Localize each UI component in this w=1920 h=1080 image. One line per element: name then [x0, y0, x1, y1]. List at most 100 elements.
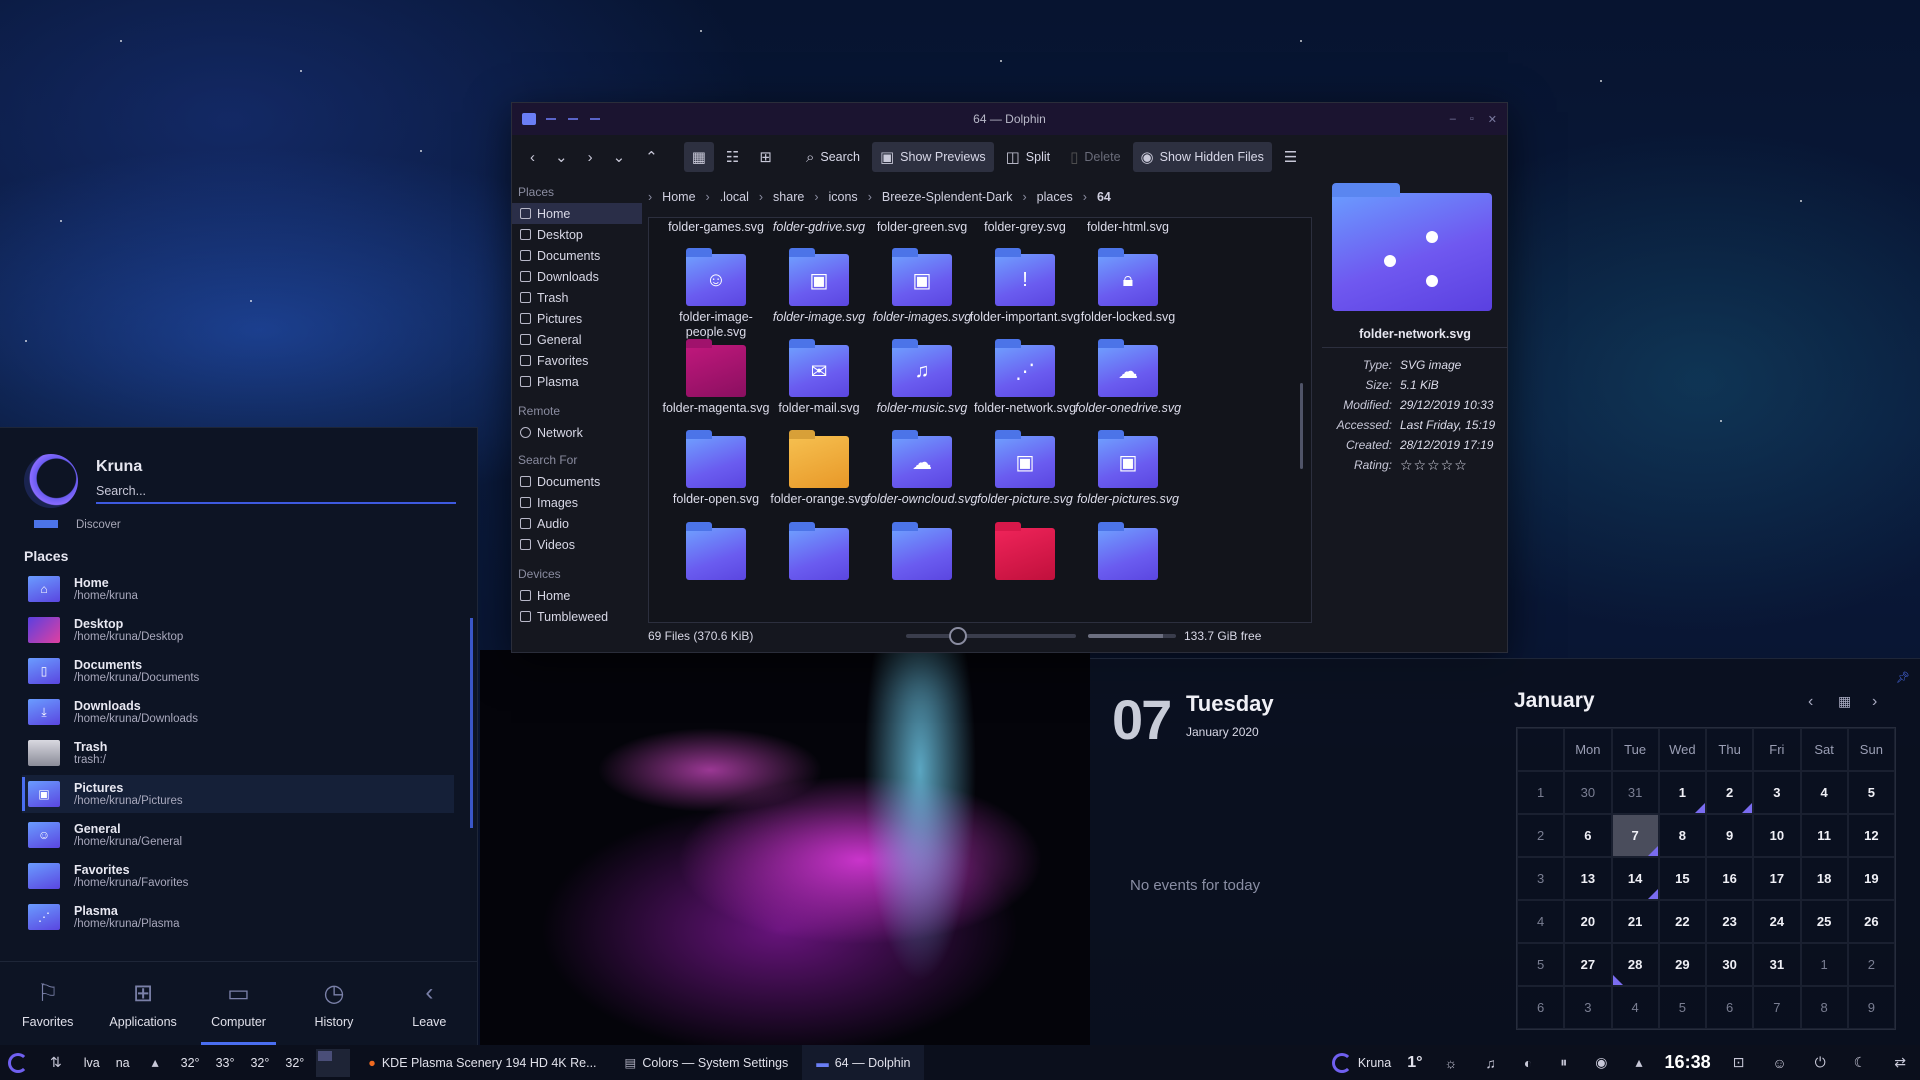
- split-button[interactable]: ◫ Split: [998, 142, 1059, 172]
- minimize-icon[interactable]: ‒: [1450, 113, 1456, 126]
- up-button[interactable]: ⌃: [637, 142, 666, 172]
- calendar-day[interactable]: 6: [1706, 986, 1754, 1029]
- close-icon[interactable]: ✕: [1488, 113, 1497, 126]
- notifications-button[interactable]: ♫: [1471, 1045, 1510, 1080]
- menu-button[interactable]: ☰: [1276, 142, 1305, 172]
- icons-view-button[interactable]: ▦: [683, 142, 714, 172]
- file-item[interactable]: [966, 522, 1084, 584]
- calendar-day[interactable]: 14: [1611, 857, 1659, 900]
- places-item-trash[interactable]: Trash: [512, 287, 642, 308]
- sleep-button[interactable]: ☾: [1840, 1045, 1881, 1080]
- show-hidden-files-button[interactable]: ◉ Show Hidden Files: [1132, 142, 1272, 172]
- calendar-day[interactable]: 9: [1847, 986, 1895, 1029]
- file-item[interactable]: ▣ folder-image.svg: [760, 248, 878, 325]
- calendar-day[interactable]: 5: [1847, 771, 1895, 814]
- file-item[interactable]: ▣ folder-picture.svg: [966, 430, 1084, 507]
- tab-applications[interactable]: ⊞ Applications: [95, 962, 190, 1045]
- file-item[interactable]: folder-gdrive.svg: [760, 220, 878, 235]
- dolphin-window[interactable]: 64 — Dolphin ‒ ▫ ✕ ‹ ⌄ › ⌄ ⌃ ▦ ☷ ⊞ ⌕ Sear…: [511, 102, 1508, 653]
- show-desktop-button[interactable]: ⇄: [1880, 1045, 1920, 1080]
- lock-button[interactable]: ⊡: [1719, 1045, 1759, 1080]
- file-item[interactable]: ☺ folder-image-people.svg: [657, 248, 775, 340]
- search-item-videos[interactable]: Videos: [512, 534, 642, 555]
- file-item[interactable]: folder-grey.svg: [966, 220, 1084, 235]
- places-item-documents[interactable]: Documents: [512, 245, 642, 266]
- calendar-day[interactable]: 9: [1706, 814, 1754, 857]
- breadcrumb-item[interactable]: Home: [662, 190, 695, 204]
- calendar-day[interactable]: 3: [1753, 771, 1801, 814]
- calendar-day[interactable]: 17: [1753, 857, 1801, 900]
- launcher-place-downloads[interactable]: ⤓ Downloads/home/kruna/Downloads: [22, 693, 454, 731]
- titlebar-menu-dash[interactable]: [568, 118, 578, 120]
- places-item-general[interactable]: General: [512, 329, 642, 350]
- breadcrumb-item[interactable]: icons: [829, 190, 858, 204]
- calendar-day[interactable]: 20: [1564, 900, 1612, 943]
- calendar-day[interactable]: 25: [1800, 900, 1848, 943]
- launcher-place-documents[interactable]: ▯ Documents/home/kruna/Documents: [22, 652, 454, 690]
- compact-view-button[interactable]: ☷: [718, 142, 747, 172]
- calendar-day[interactable]: 4: [1611, 986, 1659, 1029]
- user-switcher[interactable]: Kruna: [1324, 1045, 1399, 1080]
- calendar-day[interactable]: 7: [1611, 814, 1659, 857]
- calendar-day[interactable]: 26: [1847, 900, 1895, 943]
- places-item-plasma[interactable]: Plasma: [512, 371, 642, 392]
- file-item[interactable]: folder-green.svg: [863, 220, 981, 235]
- calendar-day[interactable]: 29: [1658, 943, 1706, 986]
- launcher-item-discover[interactable]: Discover: [76, 519, 121, 531]
- calendar-day[interactable]: 30: [1564, 771, 1612, 814]
- media-button[interactable]: ⏸︎: [1546, 1045, 1581, 1080]
- calendar-day[interactable]: 4: [1800, 771, 1848, 814]
- task-system-settings[interactable]: ▤ Colors — System Settings: [611, 1045, 803, 1080]
- breadcrumb-item[interactable]: places: [1037, 190, 1073, 204]
- places-item-desktop[interactable]: Desktop: [512, 224, 642, 245]
- search-item-audio[interactable]: Audio: [512, 513, 642, 534]
- calendar-day[interactable]: 23: [1706, 900, 1754, 943]
- device-item-tumbleweed[interactable]: Tumbleweed: [512, 606, 642, 627]
- launcher-place-plasma[interactable]: ⋰ Plasma/home/kruna/Plasma: [22, 898, 454, 936]
- back-button[interactable]: ‹: [522, 142, 543, 172]
- previous-month-icon[interactable]: ‹: [1808, 693, 1813, 711]
- file-item[interactable]: ! folder-important.svg: [966, 248, 1084, 325]
- file-item[interactable]: ✉ folder-mail.svg: [760, 339, 878, 416]
- network-tray-button[interactable]: ⇅: [36, 1045, 76, 1080]
- breadcrumb-item[interactable]: share: [773, 190, 804, 204]
- volume-button[interactable]: ◉: [1581, 1045, 1621, 1080]
- file-view[interactable]: folder-games.svg folder-gdrive.svg folde…: [648, 217, 1312, 623]
- titlebar-menu-dash[interactable]: [590, 118, 600, 120]
- keyboard-layout-1[interactable]: lva: [76, 1045, 108, 1080]
- calendar-month-title[interactable]: January: [1514, 689, 1595, 713]
- weather-temp[interactable]: 1°: [1399, 1045, 1430, 1080]
- calendar-day[interactable]: 15: [1658, 857, 1706, 900]
- forward-button[interactable]: ›: [580, 142, 601, 172]
- maximize-icon[interactable]: ▫: [1470, 113, 1474, 126]
- tray-expand-button[interactable]: ▴: [1622, 1045, 1657, 1080]
- pin-icon[interactable]: 📌︎: [1896, 671, 1910, 684]
- titlebar-menu-dash[interactable]: [546, 118, 556, 120]
- show-previews-button[interactable]: ▣ Show Previews: [871, 142, 994, 172]
- calendar-day[interactable]: 8: [1658, 814, 1706, 857]
- file-item[interactable]: ▣ folder-pictures.svg: [1069, 430, 1187, 507]
- tab-history[interactable]: ◷ History: [286, 962, 381, 1045]
- tab-computer[interactable]: ▭ Computer: [191, 962, 286, 1045]
- calendar-day[interactable]: 11: [1800, 814, 1848, 857]
- calendar-day[interactable]: 19: [1847, 857, 1895, 900]
- file-item[interactable]: folder-magenta.svg: [657, 339, 775, 416]
- device-item-home[interactable]: Home: [512, 585, 642, 606]
- calendar-day[interactable]: 12: [1847, 814, 1895, 857]
- file-item[interactable]: 🔒︎ folder-locked.svg: [1069, 248, 1187, 325]
- launcher-place-desktop[interactable]: Desktop/home/kruna/Desktop: [22, 611, 454, 649]
- file-item[interactable]: [760, 522, 878, 584]
- delete-button[interactable]: ▯ Delete: [1062, 142, 1128, 172]
- calendar-day[interactable]: 8: [1800, 986, 1848, 1029]
- forward-history-button[interactable]: ⌄: [605, 142, 634, 172]
- launcher-place-general[interactable]: ☺ General/home/kruna/General: [22, 816, 454, 854]
- rating-stars[interactable]: ☆☆☆☆☆: [1400, 457, 1468, 474]
- launcher-place-favorites[interactable]: Favorites/home/kruna/Favorites: [22, 857, 454, 895]
- file-item[interactable]: [1069, 522, 1187, 584]
- launcher-place-pictures[interactable]: ▣ Pictures/home/kruna/Pictures: [22, 775, 454, 813]
- zoom-slider-handle[interactable]: [948, 627, 967, 645]
- details-view-button[interactable]: ⊞: [751, 142, 780, 172]
- night-color-button[interactable]: ◐: [1510, 1045, 1546, 1080]
- calendar-day[interactable]: 2: [1847, 943, 1895, 986]
- clock[interactable]: 16:38: [1657, 1045, 1719, 1080]
